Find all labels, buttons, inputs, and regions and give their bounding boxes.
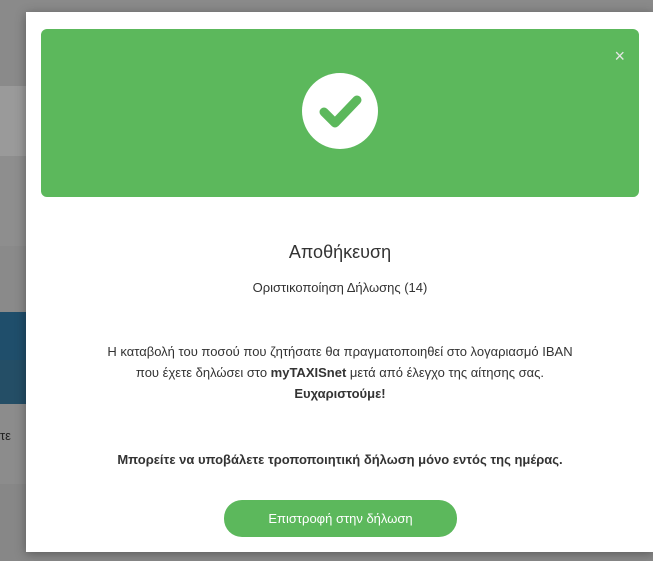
- dialog-subtitle: Οριστικοποίηση Δήλωσης (14): [252, 280, 428, 295]
- message-line-1: Η καταβολή του ποσού που ζητήσατε θα πρα…: [107, 344, 573, 359]
- brand-name: myTAXISnet: [270, 365, 347, 380]
- dialog-title: Αποθήκευση: [288, 242, 392, 262]
- message-line-2-end: μετά από έλεγχο της αίτησης σας.: [346, 365, 545, 380]
- checkmark-icon: [319, 95, 362, 128]
- thanks-label: Ευχαριστούμε!: [294, 386, 386, 401]
- message-line-2-start: που έχετε δηλώσει στο: [135, 365, 271, 380]
- amendment-note: Μπορείτε να υποβάλετε τροποποιητική δήλω…: [117, 452, 563, 467]
- thanks-text: Ευχαριστούμε!: [36, 383, 644, 404]
- message-line-2: που έχετε δηλώσει στο myTAXISnet μετά απ…: [36, 362, 644, 383]
- return-to-declaration-button[interactable]: Επιστροφή στην δήλωση: [224, 500, 457, 537]
- success-dialog: × Αποθήκευση Οριστικοποίηση Δήλωσης (14)…: [26, 12, 653, 552]
- check-circle-icon: [302, 73, 378, 149]
- payment-message: Η καταβολή του ποσού που ζητήσατε θα πρα…: [36, 341, 644, 404]
- success-header: ×: [41, 29, 639, 197]
- background-text-fragment: τε: [0, 428, 11, 443]
- close-icon[interactable]: ×: [614, 47, 625, 65]
